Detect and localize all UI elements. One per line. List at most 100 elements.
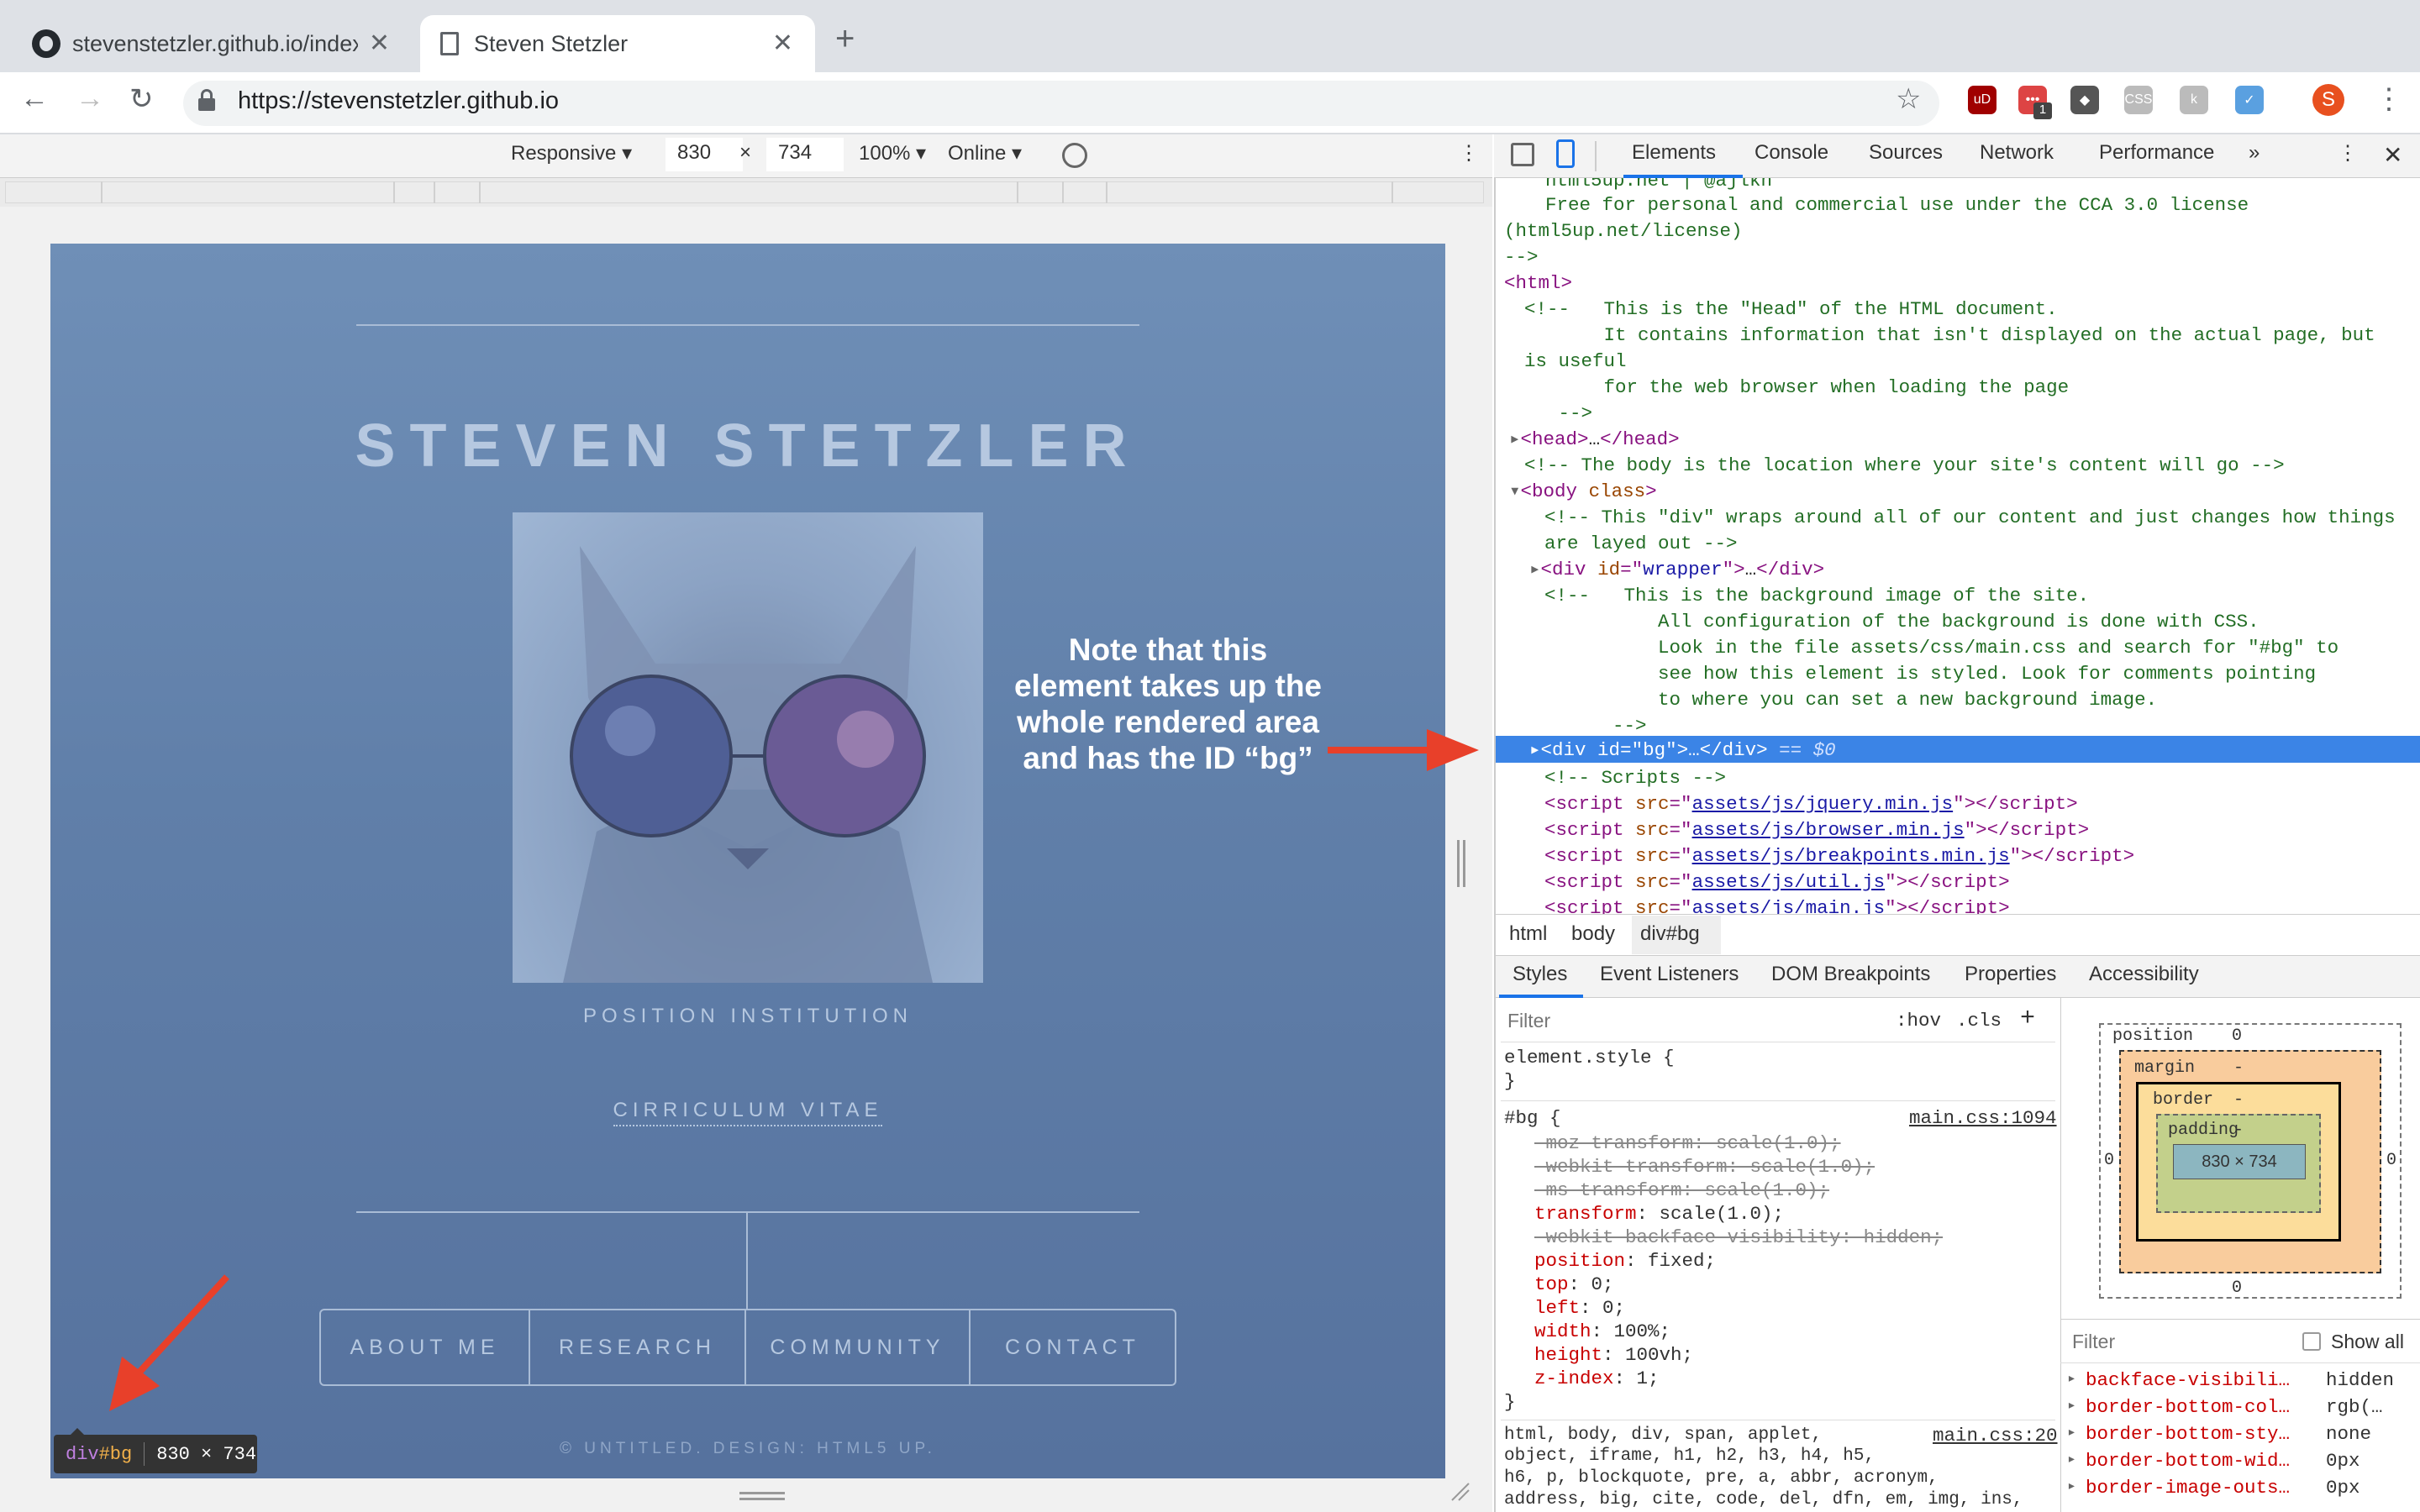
box-position-val[interactable]: 0: [2232, 1026, 2242, 1046]
viewport-corner-resize-handle[interactable]: [1450, 1482, 1470, 1502]
css-property-name[interactable]: position: [1534, 1250, 1625, 1272]
viewport-side-resize-handle[interactable]: [1457, 840, 1465, 887]
css-property-name[interactable]: -webkit-transform: [1534, 1156, 1728, 1178]
tab-sources[interactable]: Sources: [1869, 141, 1943, 165]
crumb-body[interactable]: body: [1571, 922, 1615, 946]
ext-blue-icon[interactable]: ✓: [2235, 86, 2264, 114]
box-border-val[interactable]: -: [2233, 1090, 2244, 1110]
css-property-name[interactable]: -moz-transform: [1534, 1132, 1693, 1154]
cv-link-text[interactable]: CIRRICULUM VITAE: [613, 1099, 883, 1126]
nav-community[interactable]: COMMUNITY: [746, 1310, 971, 1384]
cls-toggle[interactable]: .cls: [1956, 1010, 2002, 1032]
css-property-value[interactable]: : 0;: [1580, 1297, 1625, 1319]
reset-rule-line[interactable]: object, iframe, h1, h2, h3, h4, h5,: [1504, 1446, 1875, 1466]
new-rule-icon[interactable]: +: [2020, 1005, 2035, 1033]
tab-accessibility[interactable]: Accessibility: [2089, 963, 2199, 986]
tab-performance[interactable]: Performance: [2099, 141, 2214, 165]
tab-elements[interactable]: Elements: [1632, 141, 1716, 165]
tab-console[interactable]: Console: [1754, 141, 1828, 165]
css-declaration[interactable]: left: 0;: [1534, 1297, 1625, 1319]
expand-arrow-icon[interactable]: ▸: [2067, 1450, 2076, 1468]
url-text[interactable]: https://stevenstetzler.github.io: [238, 87, 559, 115]
styles-filter-input[interactable]: [1501, 1005, 1879, 1037]
crumb-div-bg[interactable]: div#bg: [1640, 922, 1700, 946]
nav-about-me[interactable]: ABOUT ME: [321, 1310, 531, 1384]
expand-arrow-icon[interactable]: ▸: [2067, 1477, 2076, 1495]
css-declaration[interactable]: height: 100vh;: [1534, 1344, 1693, 1366]
css-property-name[interactable]: -webkit-backface-visibility: [1534, 1226, 1841, 1248]
css-property-value[interactable]: : scale(1.0);: [1637, 1203, 1785, 1225]
computed-property-name[interactable]: border-bottom-wid…: [2086, 1450, 2290, 1472]
expand-arrow-icon[interactable]: ▸: [2067, 1396, 2076, 1415]
css-property-value[interactable]: : 0;: [1569, 1273, 1614, 1295]
profile-avatar[interactable]: S: [2312, 84, 2344, 116]
css-property-value[interactable]: : scale(1.0);: [1693, 1132, 1841, 1154]
box-margin-val[interactable]: -: [2233, 1058, 2244, 1078]
reset-rule-source-link[interactable]: main.css:20: [1933, 1425, 2058, 1446]
inspect-element-icon[interactable]: [1511, 143, 1534, 166]
css-property-name[interactable]: -ms-transform: [1534, 1179, 1682, 1201]
device-toggle-icon[interactable]: [1556, 139, 1575, 168]
tab-dom-breakpoints[interactable]: DOM Breakpoints: [1771, 963, 1930, 986]
css-property-name[interactable]: width: [1534, 1320, 1591, 1342]
browser-menu-icon[interactable]: ⋮: [2375, 82, 2403, 116]
css-declaration[interactable]: position: fixed;: [1534, 1250, 1716, 1272]
box-content-size[interactable]: 830 × 734: [2173, 1144, 2306, 1179]
css-declaration[interactable]: -ms-transform: scale(1.0);: [1534, 1179, 1829, 1201]
reset-rule-line[interactable]: html, body, div, span, applet,: [1504, 1425, 1822, 1446]
more-tabs-icon[interactable]: »: [2249, 141, 2260, 165]
tab-steven-stetzler[interactable]: Steven Stetzler ✕: [420, 15, 815, 72]
ext-grey-icon[interactable]: k: [2180, 86, 2208, 114]
css-property-value[interactable]: : hidden;: [1841, 1226, 1944, 1248]
box-right-val[interactable]: 0: [2386, 1151, 2396, 1170]
computed-property-name[interactable]: border-bottom-col…: [2086, 1396, 2290, 1418]
computed-property-name[interactable]: border-bottom-sty…: [2086, 1423, 2290, 1445]
zoom-select[interactable]: 100% ▾: [859, 141, 926, 165]
box-padding-val[interactable]: -: [2233, 1121, 2244, 1140]
reload-icon[interactable]: ↻: [129, 82, 154, 116]
back-icon[interactable]: ←: [20, 82, 49, 115]
rotate-icon[interactable]: [1062, 143, 1087, 168]
css-declaration[interactable]: z-index: 1;: [1534, 1368, 1660, 1389]
css-property-value[interactable]: : fixed;: [1625, 1250, 1716, 1272]
new-tab-button[interactable]: +: [835, 20, 855, 58]
computed-property-name[interactable]: border-image-outs…: [2086, 1477, 2290, 1499]
ublock-icon[interactable]: uD: [1968, 86, 1996, 114]
reset-rule-line[interactable]: address, big, cite, code, del, dfn, em, …: [1504, 1490, 2023, 1509]
viewport-resize-handle[interactable]: [739, 1492, 785, 1500]
css-declaration[interactable]: -webkit-transform: scale(1.0);: [1534, 1156, 1875, 1178]
css-property-name[interactable]: height: [1534, 1344, 1602, 1366]
tab-event-listeners[interactable]: Event Listeners: [1600, 963, 1739, 986]
css-property-name[interactable]: left: [1534, 1297, 1580, 1319]
nav-contact[interactable]: CONTACT: [971, 1310, 1175, 1384]
ext-css-icon[interactable]: CSS: [2124, 86, 2153, 114]
css-declaration[interactable]: width: 100%;: [1534, 1320, 1670, 1342]
css-declaration[interactable]: transform: scale(1.0);: [1534, 1203, 1784, 1225]
box-bottom-val[interactable]: 0: [2232, 1278, 2242, 1298]
tab-properties[interactable]: Properties: [1965, 963, 2056, 986]
tab-network[interactable]: Network: [1980, 141, 2054, 165]
css-property-name[interactable]: top: [1534, 1273, 1569, 1295]
show-all-checkbox[interactable]: [2302, 1332, 2321, 1351]
hov-toggle[interactable]: :hov: [1896, 1010, 1941, 1032]
bookmark-star-icon[interactable]: ☆: [1896, 82, 1921, 116]
nav-research[interactable]: RESEARCH: [530, 1310, 746, 1384]
css-property-value[interactable]: : scale(1.0);: [1728, 1156, 1876, 1178]
reset-rule-line[interactable]: h6, p, blockquote, pre, a, abbr, acronym…: [1504, 1468, 1939, 1488]
box-left-val[interactable]: 0: [2104, 1151, 2114, 1170]
css-property-value[interactable]: : 100vh;: [1602, 1344, 1693, 1366]
expand-arrow-icon[interactable]: ▸: [2067, 1423, 2076, 1441]
css-declaration[interactable]: -moz-transform: scale(1.0);: [1534, 1132, 1841, 1154]
computed-filter-input[interactable]: [2065, 1326, 2259, 1357]
bg-rule-selector[interactable]: #bg {: [1504, 1107, 1561, 1129]
css-declaration[interactable]: top: 0;: [1534, 1273, 1614, 1295]
devtools-menu-icon[interactable]: ⋮: [2338, 141, 2358, 165]
close-devtools-icon[interactable]: ✕: [2383, 141, 2402, 169]
css-property-value[interactable]: : scale(1.0);: [1682, 1179, 1830, 1201]
close-tab-icon[interactable]: ✕: [369, 29, 390, 58]
media-query-ruler[interactable]: [0, 178, 1492, 207]
dom-tree[interactable]: html5up.net | @ajlkn Free for personal a…: [1496, 178, 2420, 914]
bg-rule-source-link[interactable]: main.css:1094: [1909, 1107, 2057, 1129]
device-options-icon[interactable]: ⋮: [1459, 141, 1479, 165]
viewport-width-input[interactable]: 830: [666, 138, 743, 171]
